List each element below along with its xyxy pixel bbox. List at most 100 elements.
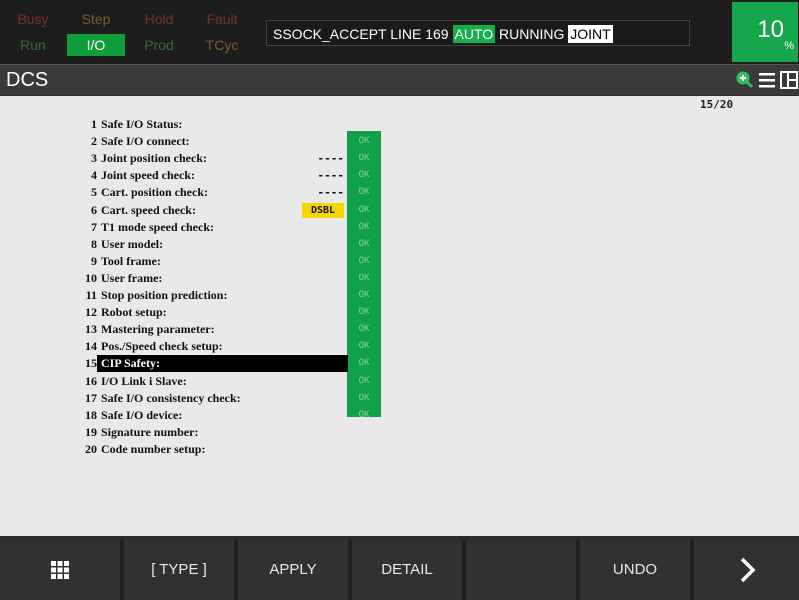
chevron-right-icon: [740, 557, 755, 583]
ok-status: OK: [358, 393, 370, 403]
ok-status: OK: [358, 273, 370, 283]
dcs-content: 15/20 1 Safe I/O Status: 2 Safe I/O connect…: [0, 96, 799, 536]
dcs-item[interactable]: 15 CIP Safety:: [80, 355, 348, 372]
ok-status: OK: [358, 358, 370, 368]
item-value: ----: [317, 186, 345, 199]
dcs-item[interactable]: 14 Pos./Speed check setup:: [80, 338, 348, 355]
item-value: ----: [317, 169, 345, 182]
menu-icon[interactable]: [757, 69, 777, 91]
page-title: DCS: [6, 69, 49, 91]
program-line: SSOCK_ACCEPT LINE 169: [273, 26, 449, 42]
ok-status: OK: [358, 290, 370, 300]
item-number: 9: [91, 254, 97, 268]
item-label: Cart. position check:: [101, 185, 208, 199]
type-button[interactable]: [ TYPE ]: [124, 540, 234, 600]
item-label: User model:: [101, 237, 164, 251]
dcs-item[interactable]: 8 User model:: [80, 236, 348, 253]
zoom-in-icon[interactable]: [735, 69, 755, 91]
item-number: 12: [85, 305, 97, 319]
ok-status: OK: [358, 170, 370, 180]
item-number: 8: [91, 237, 97, 251]
undo-button[interactable]: UNDO: [580, 540, 690, 600]
item-number: 2: [91, 134, 97, 148]
fault-indicator: Fault: [206, 11, 238, 27]
apply-button[interactable]: APPLY: [238, 540, 348, 600]
item-number: 18: [85, 408, 97, 422]
item-label: Safe I/O consistency check:: [101, 391, 241, 405]
ok-status: OK: [358, 239, 370, 249]
dcs-item[interactable]: 20 Code number setup:: [80, 441, 348, 458]
dcs-item[interactable]: 11 Stop position prediction:: [80, 287, 348, 304]
dcs-item[interactable]: 9 Tool frame:: [80, 253, 348, 270]
dcs-item[interactable]: 7 T1 mode speed check:: [80, 219, 348, 236]
function-key-bar: [ TYPE ] APPLY DETAIL UNDO: [0, 540, 799, 600]
item-label: User frame:: [101, 271, 163, 285]
item-label: Code number setup:: [101, 442, 206, 456]
tcyc-indicator: TCyc: [205, 37, 239, 53]
next-page-button[interactable]: [694, 540, 799, 600]
item-number: 14: [85, 339, 97, 353]
dcs-item[interactable]: 16 I/O Link i Slave:: [80, 373, 348, 390]
item-number: 16: [85, 374, 97, 388]
dcs-item[interactable]: 17 Safe I/O consistency check:: [80, 390, 348, 407]
menu-grid-button[interactable]: [0, 540, 120, 600]
item-number: 20: [85, 442, 97, 456]
item-label: Robot setup:: [101, 305, 167, 319]
override-value: 10: [757, 16, 784, 43]
item-number: 4: [91, 168, 97, 182]
item-number: 3: [91, 151, 97, 165]
item-label: T1 mode speed check:: [101, 220, 214, 234]
disabled-badge: DSBL: [302, 203, 344, 218]
mode-badge: AUTO: [452, 25, 496, 43]
item-number: 10: [85, 271, 97, 285]
item-label: Pos./Speed check setup:: [101, 339, 223, 353]
status-message: SSOCK_ACCEPT LINE 169 AUTO RUNNING JOINT: [266, 20, 690, 46]
ok-status: OK: [358, 410, 370, 420]
dcs-item[interactable]: 19 Signature number:: [80, 424, 348, 441]
ok-status: OK: [358, 205, 370, 215]
split-screen-icon[interactable]: [779, 69, 799, 91]
run-indicator: Run: [20, 37, 46, 53]
dcs-item[interactable]: 10 User frame:: [80, 270, 348, 287]
busy-indicator: Busy: [17, 11, 49, 27]
item-number: 11: [85, 288, 97, 302]
ok-status: OK: [358, 324, 370, 334]
item-number: 7: [91, 220, 97, 234]
blank-function-key[interactable]: [466, 540, 576, 600]
item-number: 13: [85, 322, 97, 336]
dcs-item[interactable]: 1 Safe I/O Status:: [80, 116, 348, 133]
dcs-item[interactable]: 13 Mastering parameter:: [80, 321, 348, 338]
item-number: 5: [91, 185, 97, 199]
dcs-item[interactable]: 18 Safe I/O device:: [80, 407, 348, 424]
status-indicators: Busy Step Hold Fault Run I/O Prod TCyc: [4, 6, 258, 58]
ok-status: OK: [358, 187, 370, 197]
item-label: Safe I/O connect:: [101, 134, 190, 148]
hold-indicator: Hold: [144, 11, 174, 27]
ok-status: OK: [358, 376, 370, 386]
override-unit: %: [784, 40, 794, 52]
dcs-item[interactable]: 2 Safe I/O connect:: [80, 133, 348, 150]
item-label: Joint position check:: [101, 151, 208, 165]
speed-override[interactable]: 10 %: [732, 2, 798, 62]
ok-status: OK: [358, 307, 370, 317]
step-indicator: Step: [81, 11, 111, 27]
selected-highlight: CIP Safety:: [97, 355, 348, 372]
ok-status: OK: [358, 136, 370, 146]
ok-status: OK: [358, 222, 370, 232]
item-label: Safe I/O Status:: [101, 117, 183, 131]
ok-status: OK: [358, 341, 370, 351]
io-indicator: I/O: [67, 34, 125, 56]
ok-status: OK: [358, 256, 370, 266]
item-value: ----: [317, 152, 345, 165]
detail-button[interactable]: DETAIL: [352, 540, 462, 600]
item-label: I/O Link i Slave:: [101, 374, 187, 388]
item-number: 1: [91, 117, 97, 131]
title-icons: [735, 69, 799, 91]
item-number: 17: [85, 391, 97, 405]
item-number: 6: [91, 203, 97, 217]
prod-indicator: Prod: [144, 37, 174, 53]
dcs-item[interactable]: 12 Robot setup:: [80, 304, 348, 321]
title-bar: DCS: [0, 64, 799, 95]
status-bar: Busy Step Hold Fault Run I/O Prod TCyc S…: [0, 0, 799, 64]
item-label: Tool frame:: [101, 254, 161, 268]
